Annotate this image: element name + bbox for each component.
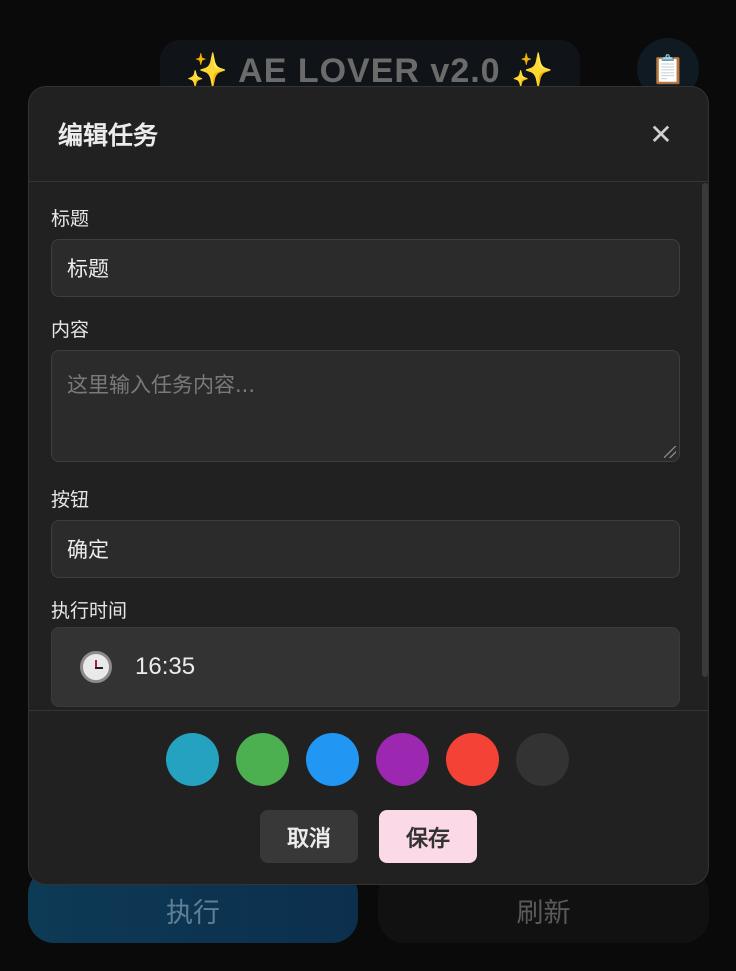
time-label: 执行时间 xyxy=(51,600,128,622)
color-swatch-purple[interactable] xyxy=(376,733,429,786)
button-text-input[interactable]: 确定 xyxy=(51,520,680,578)
modal-body: 标题 标题 内容 这里输入任务内容... 按钮 确定 执行时间 16:35 xyxy=(29,182,708,710)
scrollbar[interactable] xyxy=(702,183,708,677)
title-input[interactable]: 标题 xyxy=(51,239,680,297)
clipboard-icon: 📋 xyxy=(650,52,686,86)
modal-footer: 取消 保存 xyxy=(29,710,708,884)
color-swatch-blue[interactable] xyxy=(306,733,359,786)
title-label: 标题 xyxy=(51,208,90,230)
sparkle-icon: ✨ xyxy=(511,52,555,90)
edit-task-modal: 编辑任务 ✕ 标题 标题 内容 这里输入任务内容... 按钮 确定 执行时间 1… xyxy=(28,86,709,885)
modal-title: 编辑任务 xyxy=(58,121,159,150)
content-placeholder: 这里输入任务内容... xyxy=(67,373,256,397)
app-title: ✨ AE LOVER v2.0 ✨ xyxy=(186,51,555,91)
color-swatch-green[interactable] xyxy=(236,733,289,786)
content-textarea[interactable]: 这里输入任务内容... xyxy=(51,350,680,462)
modal-header: 编辑任务 ✕ xyxy=(29,87,708,182)
color-swatch-teal[interactable] xyxy=(166,733,219,786)
sparkle-icon: ✨ xyxy=(185,52,229,90)
close-icon[interactable]: ✕ xyxy=(644,117,678,151)
color-swatch-red[interactable] xyxy=(446,733,499,786)
content-label: 内容 xyxy=(51,319,90,341)
color-swatch-dark[interactable] xyxy=(516,733,569,786)
time-value: 16:35 xyxy=(135,653,196,680)
save-button[interactable]: 保存 xyxy=(379,810,477,863)
time-picker[interactable]: 16:35 xyxy=(51,627,680,707)
color-picker xyxy=(166,733,569,786)
modal-actions: 取消 保存 xyxy=(260,810,477,863)
clock-icon xyxy=(80,651,112,683)
button-label: 按钮 xyxy=(51,489,90,511)
resize-handle-icon[interactable] xyxy=(664,446,676,458)
cancel-button[interactable]: 取消 xyxy=(260,810,358,863)
app-title-text: AE LOVER v2.0 xyxy=(238,52,501,90)
